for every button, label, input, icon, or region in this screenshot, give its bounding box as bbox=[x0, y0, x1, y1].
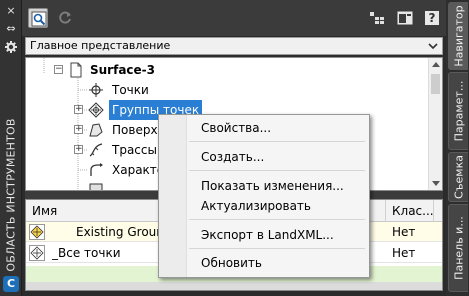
left-strip: × ⇔ ОБЛАСТЬ ИНСТРУМЕНТОВ C bbox=[0, 0, 22, 296]
tab-settings[interactable]: Парамет... bbox=[448, 72, 468, 150]
list-hscroll[interactable] bbox=[26, 282, 442, 290]
menu-separator bbox=[189, 248, 365, 249]
gear-icon[interactable] bbox=[3, 40, 19, 54]
close-icon[interactable]: × bbox=[3, 4, 19, 18]
grid-icon bbox=[89, 183, 103, 190]
surfaces-icon bbox=[89, 123, 103, 137]
column-class[interactable]: Клас... bbox=[386, 200, 434, 222]
tree-item-label: Surface-3 bbox=[90, 63, 156, 77]
palette-title: ОБЛАСТЬ ИНСТРУМЕНТОВ bbox=[4, 118, 18, 272]
scroll-thumb[interactable] bbox=[431, 74, 440, 94]
surface-icon bbox=[70, 62, 82, 78]
tab-navigator[interactable]: Навигатор bbox=[448, 2, 468, 70]
view-select[interactable]: Главное представление bbox=[25, 37, 443, 55]
row-class: Нет bbox=[392, 225, 416, 239]
tree-item-points[interactable]: Точки bbox=[26, 80, 426, 100]
point-group-row-icon bbox=[29, 245, 45, 261]
menu-separator bbox=[189, 170, 365, 171]
point-groups-icon bbox=[88, 102, 104, 118]
menu-item-update[interactable]: Актуализировать bbox=[201, 196, 311, 216]
menu-separator bbox=[189, 141, 365, 142]
select-item-icon[interactable] bbox=[28, 8, 48, 28]
context-menu: Свойства... Создать... Показать изменени… bbox=[158, 114, 370, 278]
chevron-down-icon bbox=[428, 43, 438, 50]
point-group-row-icon bbox=[29, 224, 45, 240]
multi-view-icon[interactable] bbox=[367, 8, 387, 28]
context-menu-gutter bbox=[159, 115, 187, 277]
menu-item-export-landxml[interactable]: Экспорт в LandXML... bbox=[201, 225, 334, 245]
menu-item-properties[interactable]: Свойства... bbox=[201, 118, 271, 138]
tree-scrollbar[interactable] bbox=[428, 58, 442, 190]
scroll-down-icon[interactable] bbox=[432, 181, 440, 186]
right-tab-strip: Навигатор Парамет... Съемка Панель и... bbox=[446, 0, 469, 296]
scroll-up-icon[interactable] bbox=[432, 62, 440, 67]
tab-survey[interactable]: Съемка bbox=[448, 152, 468, 202]
help-label: ? bbox=[428, 11, 436, 25]
points-icon bbox=[89, 83, 103, 97]
toolbar: ? bbox=[22, 0, 446, 36]
tab-toolbox[interactable]: Панель и... bbox=[448, 204, 468, 292]
refresh-icon[interactable] bbox=[55, 8, 75, 28]
expand-icon[interactable]: + bbox=[74, 105, 83, 114]
tree-item-label: Трассы bbox=[112, 143, 157, 157]
menu-separator bbox=[189, 219, 365, 220]
collapse-icon[interactable]: − bbox=[54, 65, 63, 74]
expand-icon[interactable]: + bbox=[74, 145, 83, 154]
view-select-value: Главное представление bbox=[30, 39, 171, 52]
civil3d-logo-icon: C bbox=[3, 276, 19, 292]
help-icon[interactable]: ? bbox=[422, 8, 442, 28]
feature-lines-icon bbox=[90, 163, 103, 176]
menu-item-refresh[interactable]: Обновить bbox=[201, 253, 262, 273]
row-class: Нет bbox=[392, 246, 416, 260]
menu-item-create[interactable]: Создать... bbox=[201, 147, 264, 167]
panel-icon[interactable] bbox=[395, 8, 415, 28]
tree-item-surface[interactable]: − Surface-3 bbox=[26, 60, 426, 80]
menu-item-show-changes[interactable]: Показать изменения... bbox=[201, 176, 344, 196]
expand-icon[interactable]: + bbox=[74, 125, 83, 134]
alignments-icon bbox=[89, 143, 103, 157]
tree-item-label: Точки bbox=[112, 83, 149, 97]
auto-hide-icon[interactable]: ⇔ bbox=[3, 22, 19, 36]
